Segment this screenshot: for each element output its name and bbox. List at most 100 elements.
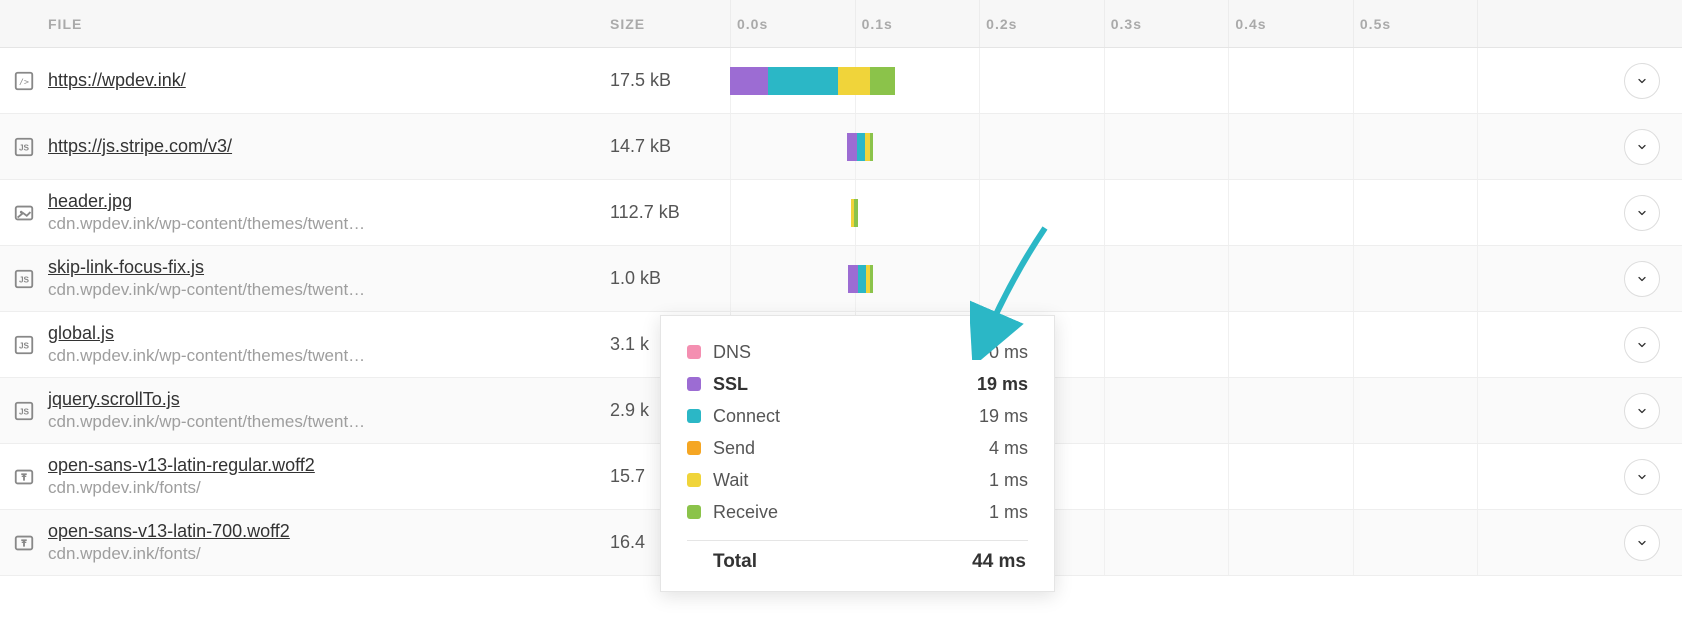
tooltip-divider (687, 540, 1028, 541)
chevron-down-icon (1636, 471, 1648, 483)
file-link[interactable]: global.js (48, 323, 610, 344)
timing-bar[interactable] (847, 133, 874, 161)
segment-receive (870, 133, 874, 161)
js-icon (13, 400, 35, 422)
tooltip-row-connect: Connect 19 ms (687, 400, 1028, 432)
tooltip-value: 0 ms (989, 342, 1028, 363)
file-size: 14.7 kB (610, 136, 730, 157)
file-size: 112.7 kB (610, 202, 730, 223)
header-size[interactable]: SIZE (610, 16, 730, 32)
file-subpath: cdn.wpdev.ink/fonts/ (48, 478, 610, 498)
file-subpath: cdn.wpdev.ink/wp-content/themes/twent… (48, 412, 610, 432)
js-icon (13, 268, 35, 290)
expand-button[interactable] (1624, 261, 1660, 297)
segment-ssl (848, 265, 858, 293)
tooltip-label: Wait (713, 470, 748, 491)
file-link[interactable]: jquery.scrollTo.js (48, 389, 610, 410)
tooltip-value: 4 ms (989, 438, 1028, 459)
expand-button[interactable] (1624, 195, 1660, 231)
swatch-connect (687, 409, 701, 423)
expand-button[interactable] (1624, 327, 1660, 363)
file-link[interactable]: https://wpdev.ink/ (48, 70, 610, 91)
segment-receive (854, 199, 858, 227)
file-subpath: cdn.wpdev.ink/wp-content/themes/twent… (48, 346, 610, 366)
tooltip-row-wait: Wait 1 ms (687, 464, 1028, 496)
file-link[interactable]: header.jpg (48, 191, 610, 212)
chevron-down-icon (1636, 405, 1648, 417)
tooltip-value: 19 ms (979, 406, 1028, 427)
expand-button[interactable] (1624, 459, 1660, 495)
file-link[interactable]: open-sans-v13-latin-700.woff2 (48, 521, 610, 542)
tooltip-label: DNS (713, 342, 751, 363)
tooltip-total-value: 44 ms (972, 551, 1026, 573)
tick-label: 0.4s (1235, 16, 1266, 32)
tooltip-value: 1 ms (989, 502, 1028, 523)
expand-button[interactable] (1624, 63, 1660, 99)
chevron-down-icon (1636, 537, 1648, 549)
tooltip-value: 1 ms (989, 470, 1028, 491)
waterfall-cell[interactable] (730, 246, 1602, 311)
tooltip-label: Receive (713, 502, 778, 523)
segment-ssl (847, 133, 857, 161)
tooltip-row-receive: Receive 1 ms (687, 496, 1028, 528)
tooltip-row-ssl: SSL 19 ms (687, 368, 1028, 400)
chevron-down-icon (1636, 273, 1648, 285)
header-timeline: 0.0s 0.1s 0.2s 0.3s 0.4s 0.5s (730, 0, 1602, 47)
js-icon (13, 334, 35, 356)
table-row: https://wpdev.ink/17.5 kB (0, 48, 1682, 114)
timing-tooltip: DNS 0 ms SSL 19 ms Connect 19 ms Send 4 ms Wait 1… (660, 315, 1055, 592)
tooltip-total-label: Total (713, 551, 757, 573)
js-icon (13, 136, 35, 158)
file-link[interactable]: skip-link-focus-fix.js (48, 257, 610, 278)
tooltip-label: Send (713, 438, 755, 459)
segment-wait (838, 67, 870, 95)
html-icon (13, 70, 35, 92)
file-size: 1.0 kB (610, 268, 730, 289)
file-subpath: cdn.wpdev.ink/wp-content/themes/twent… (48, 214, 610, 234)
font-icon (13, 466, 35, 488)
swatch-ssl (687, 377, 701, 391)
waterfall-cell[interactable] (730, 180, 1602, 245)
swatch-receive (687, 505, 701, 519)
tick-label: 0.1s (862, 16, 893, 32)
expand-button[interactable] (1624, 525, 1660, 561)
tooltip-label: Connect (713, 406, 780, 427)
expand-button[interactable] (1624, 393, 1660, 429)
chevron-down-icon (1636, 207, 1648, 219)
segment-receive (870, 67, 895, 95)
chevron-down-icon (1636, 339, 1648, 351)
timing-bar[interactable] (848, 265, 873, 293)
waterfall-cell[interactable] (730, 114, 1602, 179)
waterfall-cell[interactable] (730, 48, 1602, 113)
swatch-send (687, 441, 701, 455)
chevron-down-icon (1636, 75, 1648, 87)
file-size: 17.5 kB (610, 70, 730, 91)
timing-bar[interactable] (730, 67, 895, 95)
header-file[interactable]: FILE (0, 16, 610, 32)
segment-receive (870, 265, 874, 293)
file-subpath: cdn.wpdev.ink/wp-content/themes/twent… (48, 280, 610, 300)
image-icon (13, 202, 35, 224)
table-header: FILE SIZE 0.0s 0.1s 0.2s 0.3s 0.4s 0.5s (0, 0, 1682, 48)
table-row: https://js.stripe.com/v3/14.7 kB (0, 114, 1682, 180)
segment-ssl (730, 67, 768, 95)
tooltip-value: 19 ms (977, 374, 1028, 395)
timing-bar[interactable] (851, 199, 859, 227)
segment-connect (857, 133, 865, 161)
tick-label: 0.0s (737, 16, 768, 32)
tooltip-label: SSL (713, 374, 748, 395)
file-link[interactable]: open-sans-v13-latin-regular.woff2 (48, 455, 610, 476)
tick-label: 0.3s (1111, 16, 1142, 32)
table-row: header.jpgcdn.wpdev.ink/wp-content/theme… (0, 180, 1682, 246)
swatch-dns (687, 345, 701, 359)
swatch-wait (687, 473, 701, 487)
tick-label: 0.5s (1360, 16, 1391, 32)
table-row: skip-link-focus-fix.jscdn.wpdev.ink/wp-c… (0, 246, 1682, 312)
file-link[interactable]: https://js.stripe.com/v3/ (48, 136, 610, 157)
segment-connect (858, 265, 866, 293)
expand-button[interactable] (1624, 129, 1660, 165)
segment-connect (768, 67, 838, 95)
tick-label: 0.2s (986, 16, 1017, 32)
font-icon (13, 532, 35, 554)
tooltip-row-send: Send 4 ms (687, 432, 1028, 464)
